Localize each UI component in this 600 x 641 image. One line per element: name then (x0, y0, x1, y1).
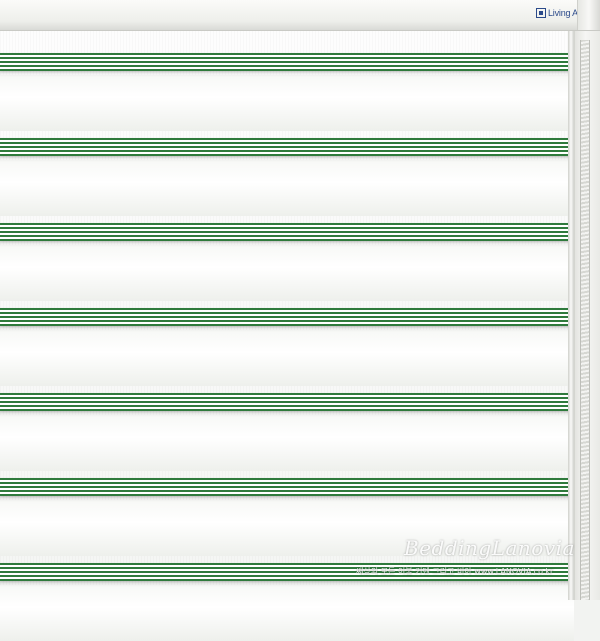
watermark-subtitle: 쌔상의 모든 이불 커텐 그리고 비아 www.LANOVIA.co.kr (356, 567, 554, 576)
green-stripe (0, 223, 574, 241)
blind-band (0, 308, 574, 386)
sheer-panel (0, 585, 574, 641)
logo-icon (536, 8, 546, 18)
blind-fabric (0, 31, 574, 641)
sheer-panel (0, 245, 574, 301)
sheer-panel (0, 415, 574, 471)
green-stripe (0, 393, 574, 411)
sheer-panel (0, 75, 574, 131)
blind-band (0, 393, 574, 471)
sheer-panel (0, 330, 574, 386)
watermark-brand: BeddingLanovia (404, 536, 575, 560)
pull-cord[interactable] (580, 40, 590, 600)
green-stripe (0, 308, 574, 326)
stripe-shadow (0, 71, 574, 77)
blind-band (0, 53, 574, 131)
stripe-shadow (0, 326, 574, 332)
stripe-shadow (0, 496, 574, 502)
headrail-endcap (577, 0, 600, 30)
blind-band (0, 138, 574, 216)
stripe-shadow (0, 156, 574, 162)
green-stripe (0, 138, 574, 156)
stripe-shadow (0, 411, 574, 417)
stripe-shadow (0, 241, 574, 247)
green-stripe (0, 53, 574, 71)
green-stripe (0, 478, 574, 496)
stripe-shadow (0, 581, 574, 587)
sheer-panel (0, 160, 574, 216)
brand-logo: Living Art (536, 6, 583, 20)
blind-band (0, 223, 574, 301)
blind-headrail: Living Art (0, 0, 600, 31)
